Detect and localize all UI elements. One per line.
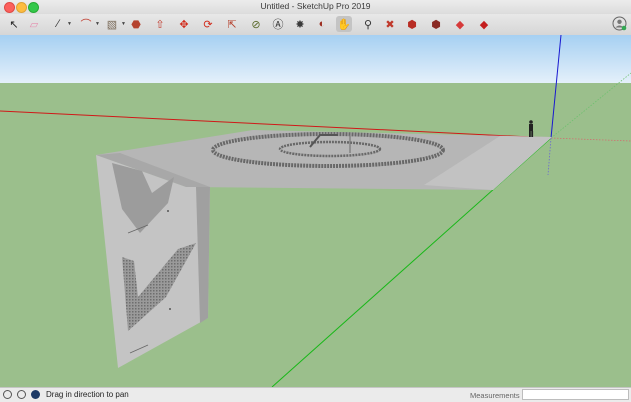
title-bar: Untitled - SketchUp Pro 2019 — [0, 0, 631, 14]
measurements-label: Measurements — [470, 391, 520, 400]
zoom-extents-icon[interactable]: ✖ — [382, 16, 398, 32]
extension-manager-icon[interactable]: ◆ — [476, 16, 492, 32]
zoom-tool-icon[interactable]: ⚲ — [360, 16, 376, 32]
tool-dropdown-arrow-icon[interactable]: ▼ — [67, 21, 72, 27]
model-viewport[interactable] — [0, 35, 631, 387]
extension-warehouse-icon[interactable]: ⬢ — [428, 16, 444, 32]
user-account-icon[interactable] — [611, 15, 628, 32]
shape-tool-icon[interactable]: ▧ — [104, 16, 120, 32]
main-toolbar: ↖ ▱ ∕ ▼ ⌒ ▼ ▧ ▼ ⬣ ⇧ ✥ ⟳ ⇱ ⊘ Ⓐ ✸ ◐ ✋ ⚲ ✖ ⬢ ⬢ ◆ ◆ — [0, 14, 631, 36]
paint-tool-icon[interactable]: ✸ — [292, 16, 308, 32]
arc-tool-icon[interactable]: ⌒ — [78, 16, 94, 32]
select-tool-icon[interactable]: ↖ — [6, 16, 22, 32]
measurements-input[interactable] — [522, 389, 629, 400]
sky — [0, 35, 631, 83]
scale-tool-icon[interactable]: ⇱ — [224, 16, 240, 32]
rotate-tool-icon[interactable]: ⟳ — [200, 16, 216, 32]
move-tool-icon[interactable]: ✥ — [176, 16, 192, 32]
geo-location-icon[interactable] — [3, 390, 12, 399]
tape-measure-icon[interactable]: ⊘ — [248, 16, 264, 32]
orbit-tool-icon[interactable]: ◐ — [314, 16, 330, 32]
warehouse-icon[interactable]: ⬢ — [404, 16, 420, 32]
eraser-tool-icon[interactable]: ▱ — [26, 16, 42, 32]
push-pull-icon[interactable]: ⇧ — [152, 16, 168, 32]
tool-dropdown-arrow-icon[interactable]: ▼ — [95, 21, 100, 27]
status-message: Drag in direction to pan — [46, 390, 129, 399]
credits-info-icon[interactable] — [17, 390, 26, 399]
line-tool-icon[interactable]: ∕ — [50, 16, 66, 32]
pan-tool-icon[interactable]: ✋ — [336, 16, 352, 32]
user-status-icon[interactable] — [31, 390, 40, 399]
tool-dropdown-arrow-icon[interactable]: ▼ — [121, 21, 126, 27]
window-title: Untitled - SketchUp Pro 2019 — [260, 1, 371, 11]
send-to-layout-icon[interactable]: ◆ — [452, 16, 468, 32]
ground — [0, 83, 631, 387]
paint-bucket-icon[interactable]: ⬣ — [128, 16, 144, 32]
text-tool-icon[interactable]: Ⓐ — [270, 16, 286, 32]
status-bar: Drag in direction to pan Measurements — [0, 387, 631, 402]
